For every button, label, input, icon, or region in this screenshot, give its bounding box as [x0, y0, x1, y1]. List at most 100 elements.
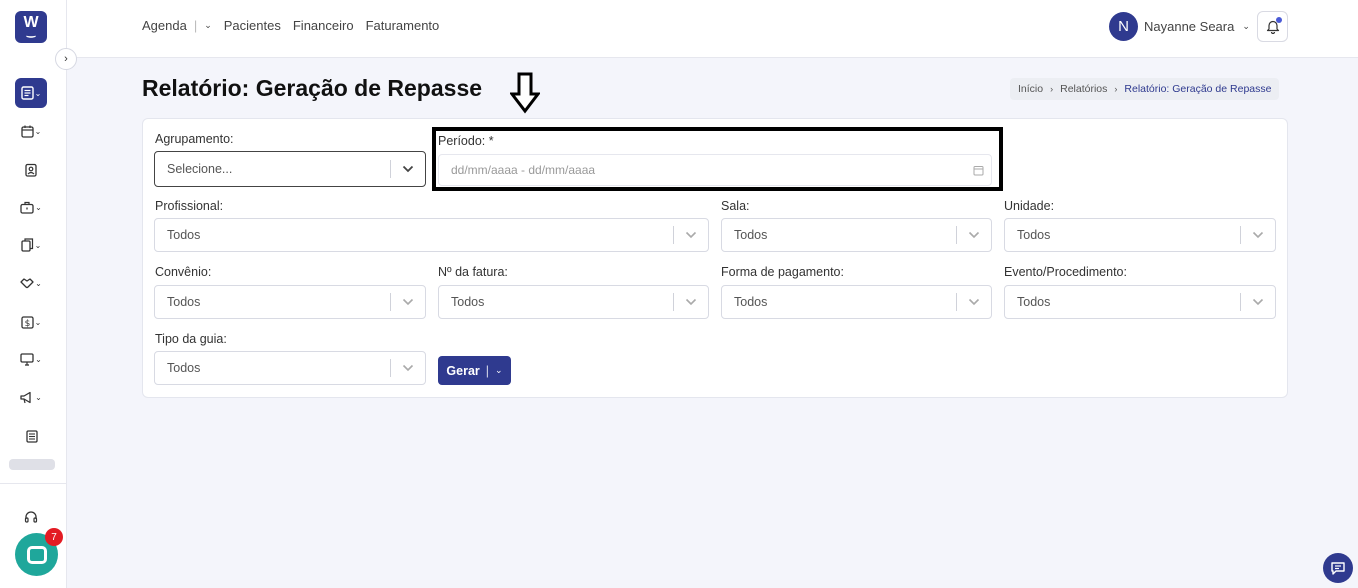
chat-badge: 7: [45, 528, 63, 546]
sala-label: Sala:: [721, 199, 750, 213]
chevron-down-icon[interactable]: [1241, 231, 1275, 239]
evento-value: Todos: [1017, 295, 1051, 309]
fatura-value: Todos: [451, 295, 485, 309]
sidebar-item-documents[interactable]: ⌄: [15, 230, 47, 260]
agrupamento-placeholder: Selecione...: [167, 162, 233, 176]
sidebar-scrollbar[interactable]: [9, 459, 55, 470]
sidebar-item-news[interactable]: [15, 421, 47, 451]
pagamento-label: Forma de pagamento:: [721, 265, 844, 279]
sidebar-item-support[interactable]: [15, 502, 47, 532]
breadcrumb-home[interactable]: Início: [1018, 83, 1043, 95]
chevron-down-icon: ⌄: [34, 126, 42, 136]
chevron-down-icon[interactable]: [391, 364, 425, 372]
avatar: N: [1109, 12, 1138, 41]
chevron-down-icon[interactable]: ⌄: [495, 365, 503, 376]
chevron-down-icon: ⌄: [35, 202, 42, 212]
unidade-select[interactable]: Todos: [1004, 218, 1276, 252]
sidebar-item-patients[interactable]: [15, 155, 47, 185]
app-logo[interactable]: W ‿: [15, 11, 47, 43]
profissional-label: Profissional:: [155, 199, 224, 213]
unidade-value: Todos: [1017, 228, 1051, 242]
user-name: Nayanne Seara: [1144, 19, 1235, 34]
profissional-select[interactable]: Todos: [154, 218, 709, 252]
evento-select[interactable]: Todos: [1004, 285, 1276, 319]
chat-bubble-icon: [1331, 562, 1345, 575]
sidebar-item-marketing[interactable]: ⌄: [15, 382, 47, 412]
sala-value: Todos: [734, 228, 768, 242]
profissional-value: Todos: [167, 228, 201, 242]
unidade-label: Unidade:: [1004, 199, 1055, 213]
sidebar-toggle-button[interactable]: ›: [55, 48, 77, 70]
top-navigation: Agenda | ⌄ Pacientes Financeiro Faturame…: [142, 18, 451, 33]
chevron-down-icon: ⌄: [1242, 21, 1250, 31]
chevron-right-icon: ›: [1050, 84, 1054, 94]
help-chat-button[interactable]: [1323, 553, 1353, 583]
button-separator: |: [485, 363, 490, 378]
periodo-input[interactable]: dd/mm/aaaa - dd/mm/aaaa: [438, 154, 992, 186]
gerar-button[interactable]: Gerar | ⌄: [438, 356, 511, 385]
svg-text:$: $: [24, 319, 30, 329]
nav-pacientes[interactable]: Pacientes: [224, 18, 281, 33]
user-menu[interactable]: N Nayanne Seara ⌄: [1109, 12, 1250, 41]
arrow-down-icon: [510, 72, 540, 114]
megaphone-icon: [20, 391, 31, 403]
calendar-icon[interactable]: [965, 165, 991, 176]
top-bar: Agenda | ⌄ Pacientes Financeiro Faturame…: [67, 0, 1358, 58]
sidebar-item-monitor[interactable]: ⌄: [15, 344, 47, 374]
sala-select[interactable]: Todos: [721, 218, 992, 252]
newspaper-icon: [25, 429, 38, 443]
sidebar-item-calendar[interactable]: ⌄: [15, 116, 47, 146]
breadcrumb: Início › Relatórios › Relatório: Geração…: [1010, 78, 1280, 100]
chevron-down-icon: ⌄: [35, 354, 42, 364]
handshake-icon: [20, 278, 34, 289]
periodo-label: Período: *: [438, 134, 494, 148]
gerar-label: Gerar: [446, 363, 480, 378]
notification-dot: [1276, 17, 1282, 23]
report-icon: [20, 86, 34, 100]
nav-separator: |: [193, 18, 198, 33]
chevron-down-icon[interactable]: [957, 298, 991, 306]
evento-label: Evento/Procedimento:: [1004, 265, 1127, 279]
dollar-icon: $: [20, 315, 34, 329]
nav-agenda[interactable]: Agenda: [142, 18, 187, 33]
chevron-down-icon: ⌄: [34, 240, 42, 250]
pagamento-value: Todos: [734, 295, 768, 309]
monitor-icon: [20, 352, 34, 366]
sidebar-item-care[interactable]: ⌄: [15, 268, 47, 298]
sidebar-item-reports[interactable]: ⌄: [15, 78, 47, 108]
convenio-select[interactable]: Todos: [154, 285, 426, 319]
chevron-down-icon[interactable]: [674, 231, 708, 239]
sidebar-item-business[interactable]: ⌄: [15, 192, 47, 222]
fatura-select[interactable]: Todos: [438, 285, 709, 319]
sidebar-item-financial[interactable]: $ ⌄: [15, 307, 47, 337]
chevron-down-icon[interactable]: [391, 298, 425, 306]
chevron-down-icon[interactable]: ⌄: [204, 20, 212, 31]
chevron-down-icon: ⌄: [35, 392, 42, 402]
briefcase-icon: [20, 201, 34, 214]
chevron-down-icon: ⌄: [35, 278, 42, 288]
guia-select[interactable]: Todos: [154, 351, 426, 385]
nav-financeiro[interactable]: Financeiro: [293, 18, 354, 33]
nav-faturamento[interactable]: Faturamento: [366, 18, 440, 33]
convenio-label: Convênio:: [155, 265, 212, 279]
chevron-right-icon: ›: [1114, 84, 1118, 94]
page-title: Relatório: Geração de Repasse: [142, 75, 483, 101]
sidebar: W ‿ ⌄ ⌄ ⌄ ⌄ ⌄ $ ⌄ ⌄ ⌄: [0, 0, 67, 588]
agrupamento-select[interactable]: Selecione...: [154, 151, 426, 187]
fatura-label: Nº da fatura:: [438, 265, 508, 279]
chevron-down-icon[interactable]: [1241, 298, 1275, 306]
guia-label: Tipo da guia:: [155, 332, 227, 346]
notifications-button[interactable]: [1257, 11, 1288, 42]
chevron-right-icon: ›: [64, 53, 68, 65]
logo-smile-icon: ‿: [26, 27, 36, 38]
headset-icon: [24, 510, 38, 523]
chevron-down-icon[interactable]: [957, 231, 991, 239]
chevron-down-icon[interactable]: [391, 165, 425, 173]
id-badge-icon: [25, 163, 37, 177]
chevron-down-icon[interactable]: [674, 298, 708, 306]
pagamento-select[interactable]: Todos: [721, 285, 992, 319]
convenio-value: Todos: [167, 295, 201, 309]
agrupamento-label: Agrupamento:: [155, 132, 234, 146]
breadcrumb-reports[interactable]: Relatórios: [1060, 83, 1107, 95]
chat-icon: [26, 545, 47, 564]
